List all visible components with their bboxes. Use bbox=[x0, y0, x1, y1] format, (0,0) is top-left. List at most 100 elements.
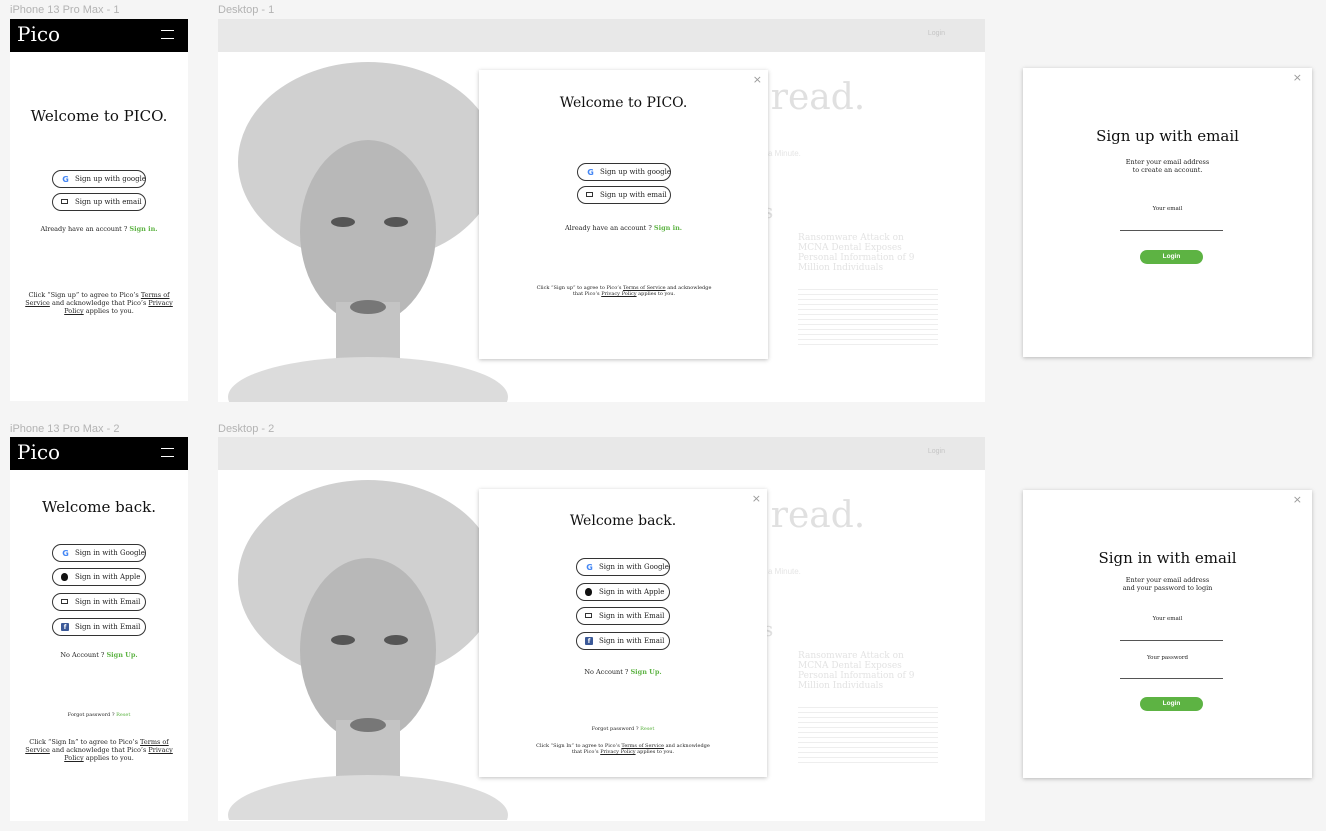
page-title: Welcome to PICO. bbox=[30, 107, 168, 125]
button-label: Sign in with Email bbox=[599, 611, 665, 620]
signin-prompt: Already have an account ? Sign in. bbox=[479, 224, 768, 232]
page-title: Welcome back. bbox=[42, 498, 156, 516]
signin-google-button[interactable]: G Sign in with Google bbox=[52, 544, 146, 562]
button-label: Sign in with Email bbox=[75, 622, 141, 631]
forgot-password-text: Forgot password ? bbox=[67, 712, 115, 718]
signin-google-button[interactable]: G Sign in with Google bbox=[576, 558, 670, 576]
signin-apple-button[interactable]: Sign in with Apple bbox=[52, 568, 146, 586]
signin-email-button[interactable]: Sign in with Email bbox=[576, 607, 670, 625]
nav-login-link[interactable]: Login bbox=[928, 448, 945, 455]
bg-article-body bbox=[798, 707, 938, 767]
forgot-password: Forgot password ? Reset bbox=[479, 726, 767, 732]
legal-text: Click “Sign up” to agree to Pico’s Terms… bbox=[534, 285, 714, 297]
top-nav: Login bbox=[218, 437, 985, 470]
card-title: Sign up with email bbox=[1096, 127, 1239, 145]
card-subtitle-line-1: Enter your email address bbox=[1125, 158, 1210, 166]
mail-icon bbox=[61, 599, 68, 604]
signin-facebook-button[interactable]: f Sign in with Email bbox=[576, 632, 670, 650]
reset-link[interactable]: Reset bbox=[640, 726, 654, 732]
reset-link[interactable]: Reset bbox=[116, 712, 130, 718]
button-label: Sign up with google bbox=[75, 174, 147, 183]
signin-facebook-button[interactable]: f Sign in with Email bbox=[52, 618, 146, 636]
phone-frame-signin: Pico Welcome back. G Sign in with Google… bbox=[10, 437, 188, 821]
button-label: Sign up with email bbox=[600, 190, 667, 199]
legal-mid: and acknowledge that Pico’s bbox=[51, 746, 147, 754]
button-label: Sign in with Apple bbox=[599, 587, 665, 596]
apple-icon bbox=[61, 573, 68, 581]
email-signup-card: × Sign up with email Enter your email ad… bbox=[1023, 68, 1312, 357]
modal-title: Welcome back. bbox=[569, 513, 677, 529]
legal-post: applies to you. bbox=[85, 754, 134, 762]
signin-email-button[interactable]: Sign in with Email bbox=[52, 593, 146, 611]
close-icon[interactable]: × bbox=[753, 73, 762, 86]
signup-modal: × Welcome to PICO. G Sign up with google… bbox=[479, 70, 768, 359]
google-icon: G bbox=[586, 563, 593, 572]
bg-article-body bbox=[798, 289, 938, 349]
button-label: Sign in with Apple bbox=[75, 572, 141, 581]
button-label: Sign in with Google bbox=[75, 548, 145, 557]
close-icon[interactable]: × bbox=[1293, 71, 1302, 84]
forgot-password-text: Forgot password ? bbox=[591, 726, 639, 732]
signin-modal: × Welcome back. G Sign in with Google Si… bbox=[479, 489, 767, 777]
google-icon: G bbox=[587, 168, 594, 177]
privacy-link[interactable]: Privacy Policy bbox=[600, 749, 635, 755]
legal-post: applies to you. bbox=[637, 749, 675, 755]
mail-icon bbox=[61, 199, 68, 204]
card-subtitle-line-2: and your password to login bbox=[1122, 584, 1213, 592]
close-icon[interactable]: × bbox=[1293, 493, 1302, 506]
signin-link[interactable]: Sign in. bbox=[129, 225, 157, 233]
signup-email-button[interactable]: Sign up with email bbox=[52, 193, 146, 211]
desktop-frame-signup: Login e read. a Minute. s Ransomware Att… bbox=[218, 19, 985, 402]
phone-header: Pico bbox=[10, 19, 188, 52]
apple-icon bbox=[585, 588, 592, 596]
signin-prompt-text: Already have an account ? bbox=[40, 225, 128, 233]
mail-icon bbox=[586, 192, 593, 197]
signin-prompt: Already have an account ? Sign in. bbox=[10, 225, 188, 233]
close-icon[interactable]: × bbox=[752, 492, 761, 505]
hero-portrait-image bbox=[228, 62, 508, 402]
facebook-icon: f bbox=[585, 637, 593, 645]
signup-google-button[interactable]: G Sign up with google bbox=[52, 170, 146, 188]
frame-label-phone-2: iPhone 13 Pro Max - 2 bbox=[10, 423, 120, 435]
signup-email-button[interactable]: Sign up with email bbox=[577, 186, 671, 204]
login-button[interactable]: Login bbox=[1140, 697, 1203, 711]
email-input[interactable] bbox=[1120, 230, 1223, 231]
hamburger-menu-icon[interactable] bbox=[161, 448, 174, 457]
nav-login-link[interactable]: Login bbox=[928, 30, 945, 37]
mail-icon bbox=[585, 613, 592, 618]
google-icon: G bbox=[62, 175, 69, 184]
bg-tagline: a Minute. bbox=[768, 149, 801, 158]
bg-tagline: a Minute. bbox=[768, 567, 801, 576]
login-button[interactable]: Login bbox=[1140, 250, 1203, 264]
card-title: Sign in with email bbox=[1098, 549, 1237, 567]
phone-header: Pico bbox=[10, 437, 188, 470]
modal-title: Welcome to PICO. bbox=[559, 95, 688, 111]
logo[interactable]: Pico bbox=[17, 22, 60, 46]
logo[interactable]: Pico bbox=[17, 440, 60, 464]
forgot-password: Forgot password ? Reset bbox=[10, 712, 188, 718]
legal-text: Click “Sign In” to agree to Pico’s Terms… bbox=[24, 738, 174, 762]
bg-article-title: Ransomware Attack on MCNA Dental Exposes… bbox=[798, 233, 915, 273]
card-subtitle-line-2: to create an account. bbox=[1132, 166, 1203, 174]
email-input[interactable] bbox=[1120, 640, 1223, 641]
desktop-frame-signin: Login e read. a Minute. s Ransomware Att… bbox=[218, 437, 985, 821]
button-label: Sign in with Email bbox=[75, 597, 141, 606]
signup-prompt: No Account ? Sign Up. bbox=[479, 668, 767, 676]
signup-link[interactable]: Sign Up. bbox=[106, 651, 137, 659]
password-label: Your password bbox=[1147, 655, 1188, 661]
signin-link[interactable]: Sign in. bbox=[654, 224, 682, 232]
legal-post: applies to you. bbox=[638, 291, 676, 297]
frame-label-desktop-1: Desktop - 1 bbox=[218, 4, 275, 16]
signup-prompt-text: No Account ? bbox=[584, 668, 629, 676]
button-label: Sign in with Email bbox=[599, 636, 665, 645]
bg-article-title: Ransomware Attack on MCNA Dental Exposes… bbox=[798, 651, 915, 691]
email-label: Your email bbox=[1152, 616, 1183, 622]
privacy-link[interactable]: Privacy Policy bbox=[601, 291, 636, 297]
signup-prompt: No Account ? Sign Up. bbox=[10, 651, 188, 659]
signup-link[interactable]: Sign Up. bbox=[630, 668, 661, 676]
hamburger-menu-icon[interactable] bbox=[161, 30, 174, 39]
password-input[interactable] bbox=[1120, 678, 1223, 679]
facebook-icon: f bbox=[61, 623, 69, 631]
signin-apple-button[interactable]: Sign in with Apple bbox=[576, 583, 670, 601]
signup-google-button[interactable]: G Sign up with google bbox=[577, 163, 671, 181]
